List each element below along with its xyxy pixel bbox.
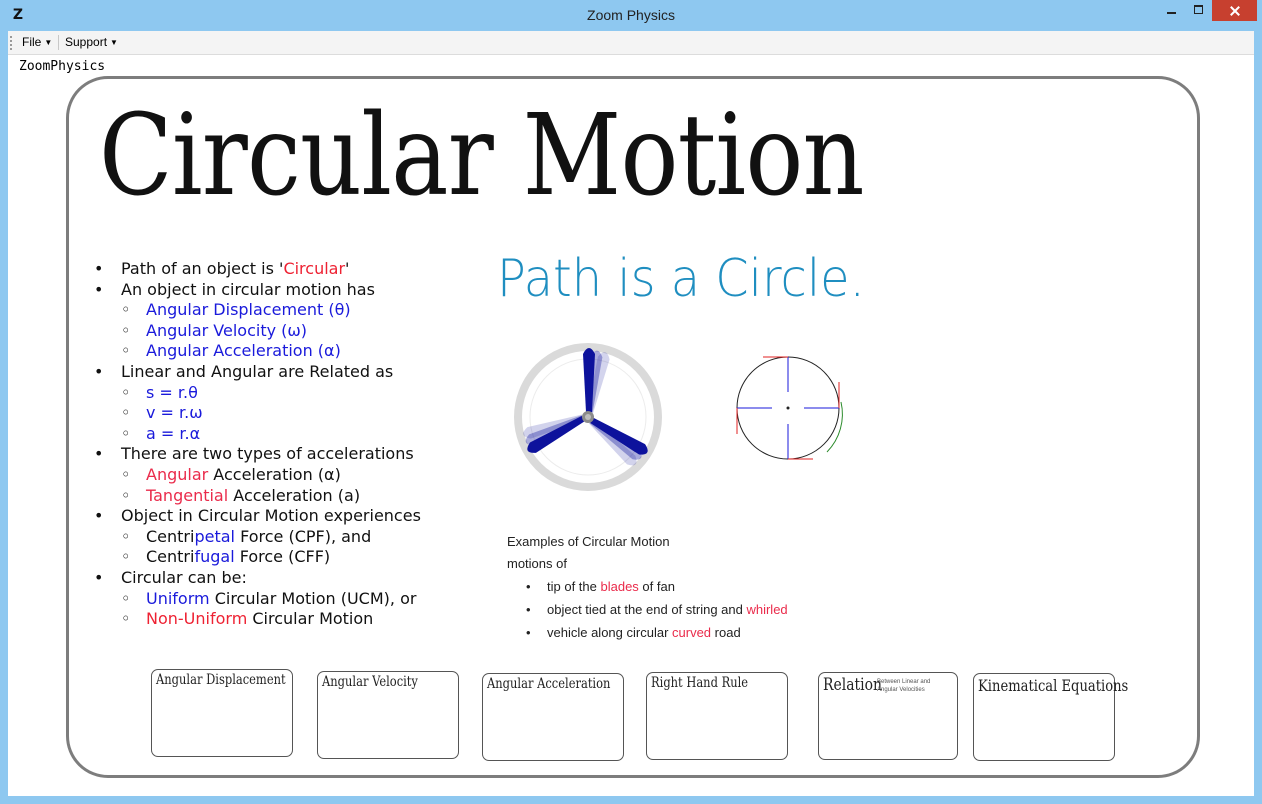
list-item: Non-Uniform Circular Motion — [91, 609, 511, 630]
card-title: Relation — [823, 675, 882, 695]
card-kinematical-equations[interactable]: Kinematical Equations — [973, 673, 1128, 761]
slide-subtitle: Path is a Circle. — [497, 249, 865, 309]
list-item: v = r.ω — [91, 403, 511, 424]
minimize-button[interactable] — [1158, 0, 1186, 22]
list-item: tip of the blades of fan — [507, 575, 788, 598]
list-item: There are two types of accelerations — [91, 444, 511, 465]
card-title: Right Hand Rule — [651, 675, 749, 691]
menu-bar: File ▼ Support ▼ — [8, 31, 1254, 55]
menu-separator — [58, 35, 59, 50]
list-item: Linear and Angular are Related as — [91, 362, 511, 383]
fan-blades-illustration — [514, 343, 662, 491]
menu-support-label: Support — [65, 35, 108, 49]
presentation-canvas[interactable]: Circular Motion Path is a Circle. Path o… — [66, 76, 1200, 778]
list-item: a = r.α — [91, 424, 511, 445]
menu-file-label: File — [22, 35, 42, 49]
list-item: Centrifugal Force (CFF) — [91, 547, 511, 568]
list-item: Angular Velocity (ω) — [91, 321, 511, 342]
circle-velocity-diagram — [736, 356, 843, 460]
menu-support[interactable]: Support ▼ — [65, 35, 118, 49]
list-item: vehicle along circular curved road — [507, 621, 788, 644]
close-button[interactable] — [1212, 0, 1257, 21]
window-title: Zoom Physics — [587, 7, 675, 23]
card-angular-velocity[interactable]: Angular Velocity — [317, 671, 459, 759]
list-item: object tied at the end of string and whi… — [507, 598, 788, 621]
chevron-down-icon: ▼ — [44, 38, 53, 47]
card-relation[interactable]: Relation Between Linear and Angular Velo… — [818, 672, 958, 760]
client-area: File ▼ Support ▼ ZoomPhysics Circular Moti… — [8, 31, 1254, 796]
chevron-down-icon: ▼ — [110, 38, 118, 47]
bullet-list: Path of an object is 'Circular' An objec… — [91, 259, 511, 630]
list-item: Angular Acceleration (α) — [91, 341, 511, 362]
card-title: Kinematical Equations — [978, 676, 1129, 695]
toolbar-grip-icon[interactable] — [10, 36, 14, 50]
list-item: Circular can be: — [91, 568, 511, 589]
examples-subheading: motions of — [507, 556, 567, 571]
card-angular-displacement[interactable]: Angular Displacement — [151, 669, 293, 757]
card-title: Angular Acceleration — [487, 676, 611, 692]
card-note: Between Linear and Angular Velocities — [877, 679, 931, 693]
card-title: Angular Displacement — [156, 672, 286, 688]
menu-file[interactable]: File ▼ — [22, 35, 52, 49]
app-name-label: ZoomPhysics — [19, 59, 106, 74]
list-item: s = r.θ — [91, 383, 511, 404]
list-item: Path of an object is 'Circular' — [91, 259, 511, 280]
list-item: Object in Circular Motion experiences — [91, 506, 511, 527]
list-item: Uniform Circular Motion (UCM), or — [91, 589, 511, 610]
examples-heading: Examples of Circular Motion — [507, 534, 670, 549]
card-title: Angular Velocity — [322, 674, 418, 690]
app-window: Z Zoom Physics File ▼ Support ▼ ZoomPhysic… — [0, 0, 1262, 804]
card-right-hand-rule[interactable]: Right Hand Rule — [646, 672, 788, 760]
list-item: Angular Acceleration (α) — [91, 465, 511, 486]
card-angular-acceleration[interactable]: Angular Acceleration — [482, 673, 624, 761]
list-item: An object in circular motion has — [91, 280, 511, 301]
maximize-button[interactable] — [1186, 0, 1212, 22]
list-item: Centripetal Force (CPF), and — [91, 527, 511, 548]
title-bar: Z Zoom Physics — [0, 0, 1262, 31]
examples-block: Examples of Circular Motion motions of t… — [507, 531, 788, 644]
list-item: Angular Displacement (θ) — [91, 300, 511, 321]
slide-title: Circular Motion — [99, 91, 865, 221]
list-item: Tangential Acceleration (a) — [91, 486, 511, 507]
